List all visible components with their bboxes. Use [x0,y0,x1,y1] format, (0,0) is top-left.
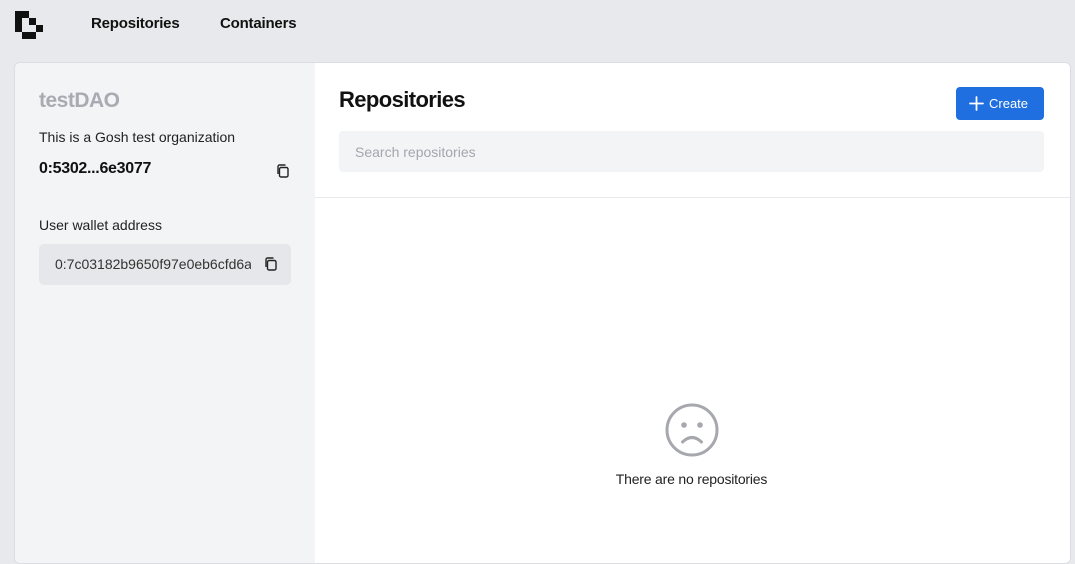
org-description: This is a Gosh test organization [39,129,236,145]
plus-icon [969,96,984,111]
page-title: Repositories [339,87,466,112]
nav-containers-link[interactable]: Containers [220,15,297,32]
copy-icon[interactable] [263,256,279,272]
divider [315,197,1070,198]
copy-icon[interactable] [275,163,291,179]
repositories-section: Repositories Create There are no reposit… [315,63,1070,563]
wallet-address-label: User wallet address [39,217,162,233]
sad-face-icon [665,403,719,457]
empty-state-message: There are no repositories [615,471,768,487]
org-sidebar: testDAO This is a Gosh test organization… [15,63,315,563]
gosh-logo-icon[interactable] [15,11,43,39]
nav-repositories-link[interactable]: Repositories [91,15,180,32]
create-repository-button[interactable]: Create [956,87,1044,120]
org-name: testDAO [39,89,120,112]
top-navigation: Repositories Containers [0,0,1075,48]
wallet-address-value: 0:7c03182b9650f97e0eb6cfd6ae [55,256,251,272]
wallet-address-box: 0:7c03182b9650f97e0eb6cfd6ae [39,244,291,285]
search-repositories-input[interactable] [339,131,1044,172]
org-address: 0:5302...6e3077 [39,160,152,177]
create-button-label: Create [989,96,1029,111]
dao-panel: testDAO This is a Gosh test organization… [14,62,1071,564]
